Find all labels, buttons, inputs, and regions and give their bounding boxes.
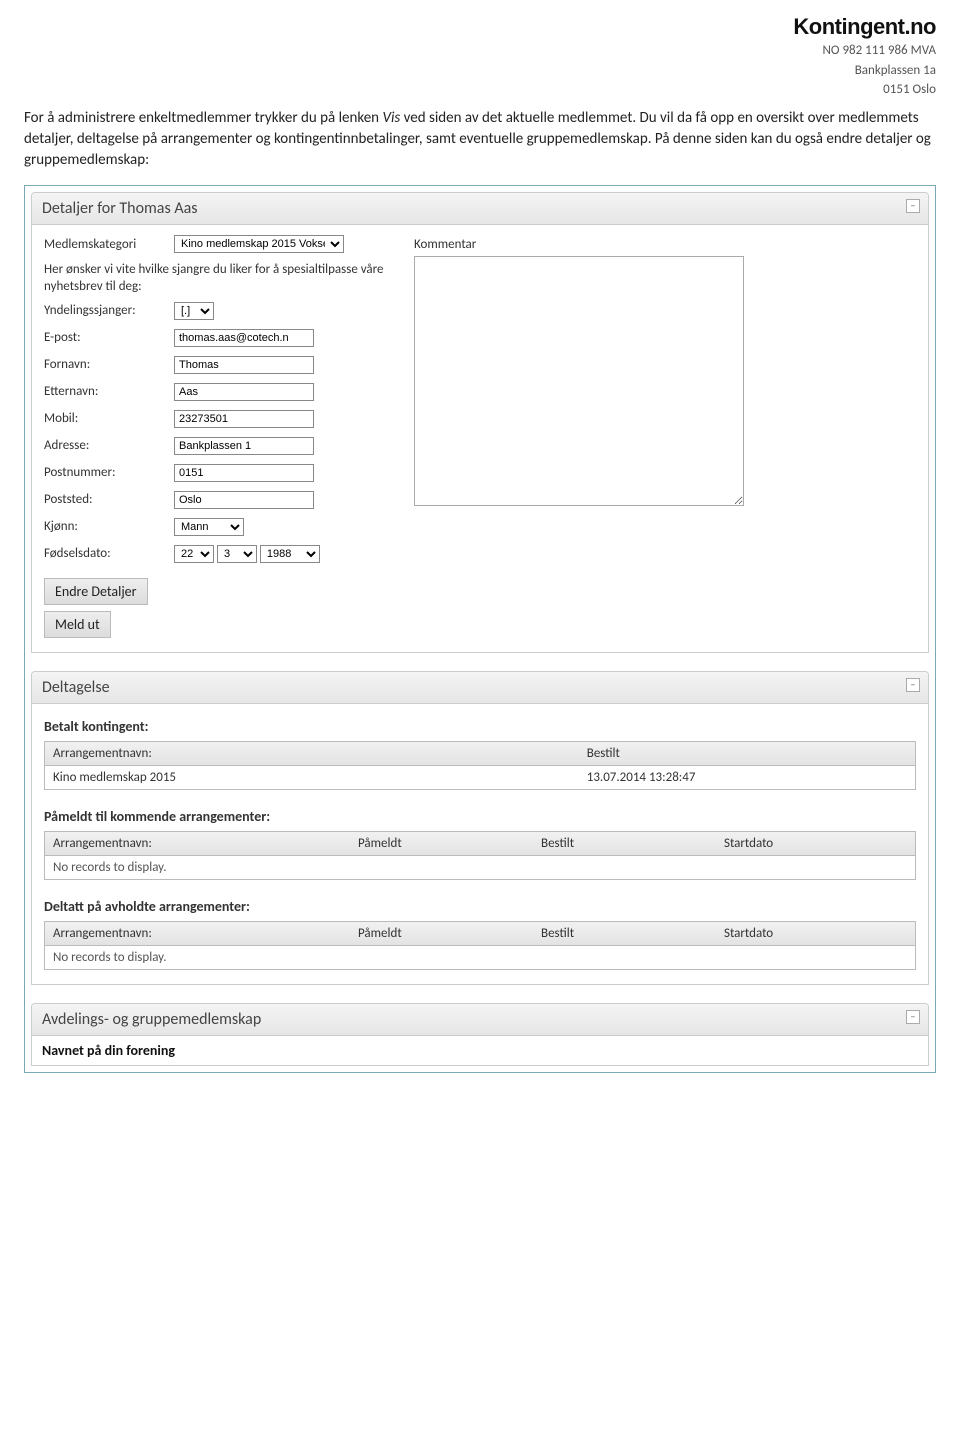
select-yndlingssjanger[interactable]: [.] bbox=[174, 302, 214, 320]
genre-note: Her ønsker vi vite hvilke sjangre du lik… bbox=[44, 262, 384, 296]
collapse-icon[interactable]: − bbox=[906, 678, 920, 692]
col-bestilt: Bestilt bbox=[541, 926, 724, 941]
app-screenshot-frame: Detaljer for Thomas Aas − Medlemskategor… bbox=[24, 185, 936, 1073]
deltagelse-panel: Deltagelse − Betalt kontingent: Arrangem… bbox=[31, 671, 929, 985]
endre-detaljer-button[interactable]: Endre Detaljer bbox=[44, 578, 148, 605]
col-startdato: Startdato bbox=[724, 926, 907, 941]
col-startdato: Startdato bbox=[724, 836, 907, 851]
intro-text-1: For å administrere enkeltmedlemmer trykk… bbox=[24, 109, 382, 127]
select-fod-day[interactable]: 22 bbox=[174, 545, 214, 563]
org-address-1: Bankplassen 1a bbox=[793, 62, 936, 80]
avholdte-grid-head: Arrangementnavn: Påmeldt Bestilt Startda… bbox=[45, 922, 915, 946]
betalt-grid-head: Arrangementnavn: Bestilt bbox=[45, 742, 915, 766]
label-postnummer: Postnummer: bbox=[44, 465, 174, 480]
member-details-panel: Detaljer for Thomas Aas − Medlemskategor… bbox=[31, 192, 929, 653]
input-poststed[interactable] bbox=[174, 491, 314, 509]
org-address-2: 0151 Oslo bbox=[793, 81, 936, 99]
col-arrangementnavn: Arrangementnavn: bbox=[53, 746, 587, 761]
forening-name: Navnet på din forening bbox=[32, 1036, 928, 1065]
label-kjonn: Kjønn: bbox=[44, 519, 174, 534]
col-arrangementnavn: Arrangementnavn: bbox=[53, 926, 358, 941]
document-header: Kontingent.no NO 982 111 986 MVA Bankpla… bbox=[793, 14, 936, 99]
org-mva: NO 982 111 986 MVA bbox=[793, 42, 936, 60]
label-fornavn: Fornavn: bbox=[44, 357, 174, 372]
label-fodselsdato: Fødselsdato: bbox=[44, 546, 174, 561]
col-bestilt: Bestilt bbox=[541, 836, 724, 851]
table-row: Kino medlemskap 2015 13.07.2014 13:28:47 bbox=[45, 766, 915, 789]
deltagelse-header: Deltagelse − bbox=[32, 672, 928, 704]
col-pameldt: Påmeldt bbox=[358, 836, 541, 851]
col-bestilt: Bestilt bbox=[587, 746, 907, 761]
input-etternavn[interactable] bbox=[174, 383, 314, 401]
label-poststed: Poststed: bbox=[44, 492, 174, 507]
label-yndling: Yndelingssjanger: bbox=[44, 303, 174, 318]
input-mobil[interactable] bbox=[174, 410, 314, 428]
label-etternavn: Etternavn: bbox=[44, 384, 174, 399]
grupper-header: Avdelings- og gruppemedlemskap − bbox=[32, 1004, 928, 1036]
select-kjonn[interactable]: Mann bbox=[174, 518, 244, 536]
collapse-icon[interactable]: − bbox=[906, 199, 920, 213]
intro-link-name: Vis bbox=[382, 109, 400, 127]
member-details-header: Detaljer for Thomas Aas − bbox=[32, 193, 928, 225]
grupper-title: Avdelings- og gruppemedlemskap bbox=[42, 1010, 261, 1029]
textarea-kommentar[interactable] bbox=[414, 256, 744, 506]
avholdte-empty: No records to display. bbox=[45, 946, 915, 969]
label-kommentar: Kommentar bbox=[414, 237, 916, 252]
grupper-panel: Avdelings- og gruppemedlemskap − Navnet … bbox=[31, 1003, 929, 1066]
col-pameldt: Påmeldt bbox=[358, 926, 541, 941]
collapse-icon[interactable]: − bbox=[906, 1010, 920, 1024]
label-kategori: Medlemskategori bbox=[44, 237, 174, 252]
intro-paragraph: For å administrere enkeltmedlemmer trykk… bbox=[24, 108, 936, 171]
cell-bestilt: 13.07.2014 13:28:47 bbox=[587, 770, 907, 785]
label-adresse: Adresse: bbox=[44, 438, 174, 453]
kommende-grid: Arrangementnavn: Påmeldt Bestilt Startda… bbox=[44, 831, 916, 880]
member-details-title: Detaljer for Thomas Aas bbox=[42, 199, 198, 218]
input-epost[interactable] bbox=[174, 329, 314, 347]
select-medlemskategori[interactable]: Kino medlemskap 2015 Voksen bbox=[174, 235, 344, 253]
label-epost: E-post: bbox=[44, 330, 174, 345]
col-arrangementnavn: Arrangementnavn: bbox=[53, 836, 358, 851]
select-fod-month[interactable]: 3 bbox=[217, 545, 257, 563]
input-adresse[interactable] bbox=[174, 437, 314, 455]
avholdte-heading: Deltatt på avholdte arrangementer: bbox=[44, 898, 916, 915]
kommende-heading: Påmeldt til kommende arrangementer: bbox=[44, 808, 916, 825]
select-fod-year[interactable]: 1988 bbox=[260, 545, 320, 563]
input-fornavn[interactable] bbox=[174, 356, 314, 374]
betalt-grid: Arrangementnavn: Bestilt Kino medlemskap… bbox=[44, 741, 916, 790]
brand-logo: Kontingent.no bbox=[793, 14, 936, 40]
input-postnummer[interactable] bbox=[174, 464, 314, 482]
kommende-grid-head: Arrangementnavn: Påmeldt Bestilt Startda… bbox=[45, 832, 915, 856]
betalt-heading: Betalt kontingent: bbox=[44, 718, 916, 735]
kommende-empty: No records to display. bbox=[45, 856, 915, 879]
avholdte-grid: Arrangementnavn: Påmeldt Bestilt Startda… bbox=[44, 921, 916, 970]
label-mobil: Mobil: bbox=[44, 411, 174, 426]
deltagelse-title: Deltagelse bbox=[42, 678, 110, 697]
cell-name: Kino medlemskap 2015 bbox=[53, 770, 587, 785]
meld-ut-button[interactable]: Meld ut bbox=[44, 611, 111, 638]
